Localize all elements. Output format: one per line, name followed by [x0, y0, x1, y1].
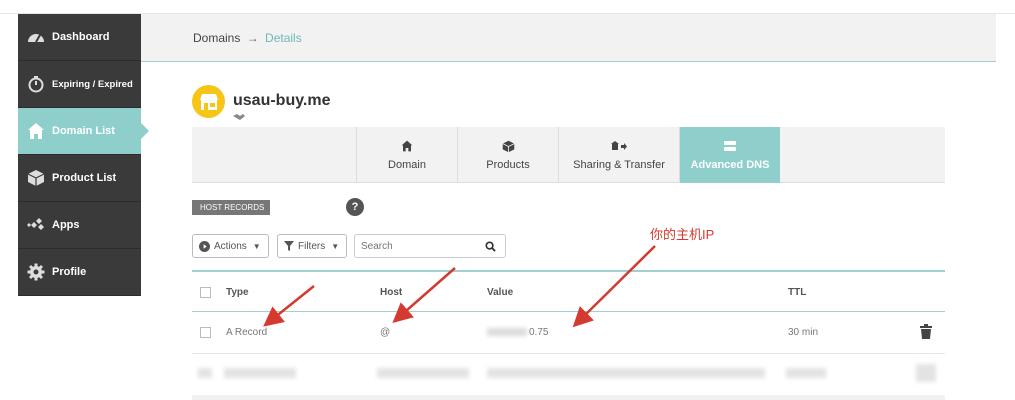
filter-icon: [284, 241, 294, 251]
tab-label: Advanced DNS: [690, 159, 770, 171]
tab-domain[interactable]: Domain: [356, 127, 457, 183]
bottom-strip: [192, 395, 945, 400]
sidebar-item-label: Profile: [52, 266, 87, 278]
redacted-host: [377, 368, 469, 378]
header-bar: Domains → Details: [141, 14, 996, 62]
gear-icon: [26, 262, 46, 282]
filters-button[interactable]: Filters ▼: [277, 234, 347, 258]
store-icon: [192, 85, 225, 118]
caret-down-icon: ▼: [252, 241, 261, 251]
share-icon: [611, 139, 627, 153]
sidebar-item-domain-list[interactable]: Domain List: [18, 108, 149, 155]
sidebar-item-label: Expiring / Expired: [52, 78, 133, 90]
tab-bar: Domain Products Sharing & Transfer Advan…: [192, 127, 945, 183]
host-records-table: Type Host Value TTL A Record @ 0.75 30 m…: [192, 270, 945, 396]
select-all-checkbox[interactable]: [200, 287, 211, 298]
help-icon[interactable]: ?: [346, 198, 364, 216]
actions-button[interactable]: Actions ▼: [192, 234, 269, 258]
redacted-ttl: [786, 368, 826, 378]
sidebar-item-expiring[interactable]: Expiring / Expired: [18, 61, 141, 108]
redacted-value: [487, 328, 527, 337]
breadcrumb-current[interactable]: Details: [265, 31, 302, 45]
tab-products[interactable]: Products: [457, 127, 558, 183]
header-value: Value: [487, 287, 514, 298]
redacted-type: [224, 368, 296, 378]
row-value-suffix: 0.75: [529, 327, 549, 338]
tab-label: Products: [486, 159, 530, 171]
sidebar-item-product-list[interactable]: Product List: [18, 155, 141, 202]
stopwatch-icon: [26, 74, 46, 94]
server-icon: [723, 139, 737, 153]
redacted-value: [487, 368, 765, 378]
tab-advanced-dns[interactable]: Advanced DNS: [679, 127, 780, 183]
search-input[interactable]: [355, 240, 480, 252]
sidebar-item-dashboard[interactable]: Dashboard: [18, 14, 141, 61]
trash-icon[interactable]: [920, 324, 932, 342]
header-host: Host: [380, 287, 403, 298]
home-icon: [401, 139, 413, 153]
redacted-checkbox: [198, 368, 212, 378]
redacted-trash: [916, 364, 936, 382]
annotation-text: 你的主机IP: [650, 227, 715, 242]
play-circle-icon: [199, 240, 210, 252]
row-type: A Record: [226, 327, 268, 338]
header-ttl: TTL: [788, 287, 807, 298]
handshake-icon: [233, 113, 245, 123]
sidebar-item-label: Dashboard: [52, 31, 110, 43]
box-icon: [26, 168, 46, 188]
row-checkbox[interactable]: [200, 327, 211, 338]
box-icon: [502, 139, 515, 153]
row-ttl: 30 min: [788, 327, 819, 338]
domain-title: usau-buy.me: [233, 92, 331, 109]
filters-label: Filters: [298, 240, 326, 252]
breadcrumb: Domains → Details: [193, 31, 302, 45]
tab-label: Sharing & Transfer: [573, 159, 665, 171]
tab-sharing-transfer[interactable]: Sharing & Transfer: [558, 127, 679, 183]
search-box: [354, 234, 506, 258]
header-type: Type: [226, 287, 249, 298]
sidebar-item-apps[interactable]: Apps: [18, 202, 141, 249]
sidebar-item-profile[interactable]: Profile: [18, 249, 141, 296]
sidebar-item-label: Domain List: [52, 125, 115, 137]
sidebar-item-label: Apps: [52, 219, 80, 231]
gauge-icon: [26, 27, 46, 47]
row-value: 0.75: [487, 327, 548, 338]
row-host: @: [380, 327, 391, 338]
home-icon: [26, 121, 46, 141]
sidebar: Dashboard Expiring / Expired Domain List…: [18, 14, 149, 296]
breadcrumb-separator: →: [246, 31, 259, 45]
table-row-redacted[interactable]: [192, 354, 945, 396]
breadcrumb-root[interactable]: Domains: [193, 31, 240, 45]
search-icon[interactable]: [480, 240, 500, 252]
table-header: Type Host Value TTL: [192, 270, 945, 312]
actions-label: Actions: [214, 240, 247, 252]
tab-label: Domain: [388, 159, 426, 171]
host-records-label: HOST RECORDS: [192, 200, 271, 215]
sidebar-item-label: Product List: [52, 172, 117, 184]
caret-down-icon: ▼: [331, 241, 340, 251]
apps-icon: [26, 215, 46, 235]
top-strip: [0, 0, 1015, 14]
table-row[interactable]: A Record @ 0.75 30 min: [192, 312, 945, 354]
